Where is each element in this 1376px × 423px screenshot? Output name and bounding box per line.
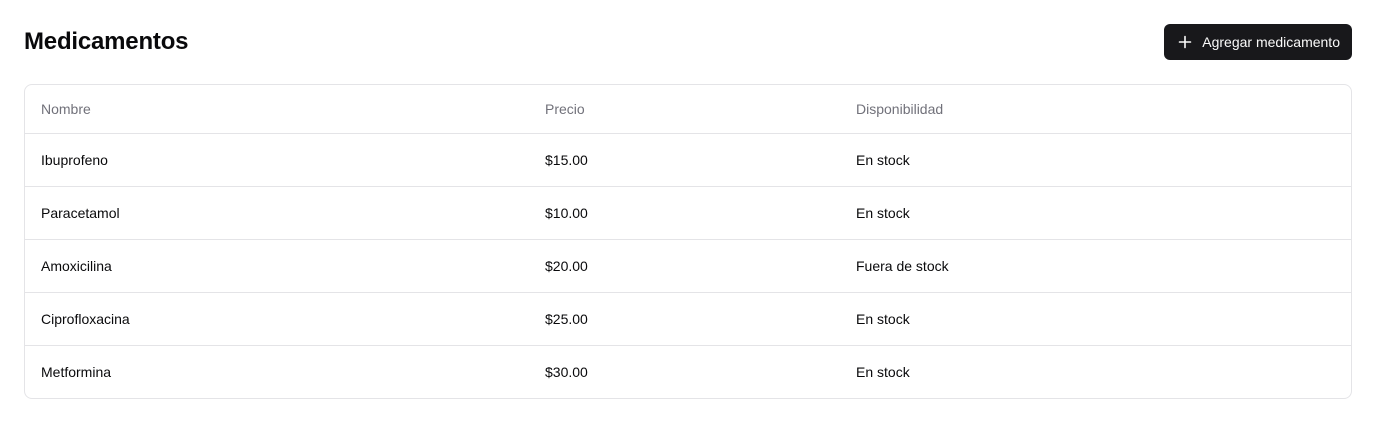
cell-disponibilidad: En stock bbox=[840, 186, 1351, 240]
page: Medicamentos Agregar medicamento Nombre … bbox=[0, 0, 1376, 423]
header: Medicamentos Agregar medicamento bbox=[24, 24, 1352, 60]
cell-disponibilidad: En stock bbox=[856, 364, 910, 380]
cell-nombre: Amoxicilina bbox=[25, 239, 529, 293]
cell-nombre: Paracetamol bbox=[25, 186, 529, 240]
table-header-row: Nombre Precio Disponibilidad bbox=[25, 85, 1351, 134]
table-row[interactable]: Ciprofloxacina $25.00 En stock bbox=[25, 292, 1351, 346]
cell-precio: $10.00 bbox=[529, 186, 840, 240]
cell-disponibilidad: Fuera de stock bbox=[840, 239, 1351, 293]
cell-disponibilidad: En stock bbox=[840, 292, 1351, 346]
cell-precio: $30.00 bbox=[545, 364, 588, 380]
column-header-disponibilidad[interactable]: Disponibilidad bbox=[840, 85, 1351, 134]
plus-icon bbox=[1178, 35, 1192, 49]
column-header-nombre[interactable]: Nombre bbox=[25, 85, 529, 134]
add-medication-label: Agregar medicamento bbox=[1202, 34, 1340, 50]
cell-nombre: Metformina bbox=[41, 364, 112, 380]
medications-table-card: Nombre Precio Disponibilidad Ibuprofeno … bbox=[24, 84, 1352, 399]
cell-disponibilidad: En stock bbox=[840, 133, 1351, 187]
cell-precio: $25.00 bbox=[529, 292, 840, 346]
table-row[interactable]: Paracetamol $10.00 En stock bbox=[25, 186, 1351, 240]
table-row[interactable]: Metformina $30.00 En stock bbox=[25, 346, 1351, 399]
table-row[interactable]: Ibuprofeno $15.00 En stock bbox=[25, 133, 1351, 187]
cell-precio: $20.00 bbox=[529, 239, 840, 293]
add-medication-button[interactable]: Agregar medicamento bbox=[1164, 24, 1352, 60]
cell-nombre: Ibuprofeno bbox=[25, 133, 529, 187]
column-header-precio[interactable]: Precio bbox=[529, 85, 840, 134]
cell-precio: $15.00 bbox=[529, 133, 840, 187]
table-row[interactable]: Amoxicilina $20.00 Fuera de stock bbox=[25, 239, 1351, 293]
cell-nombre: Ciprofloxacina bbox=[25, 292, 529, 346]
page-title: Medicamentos bbox=[24, 28, 189, 55]
medications-table: Nombre Precio Disponibilidad Ibuprofeno … bbox=[25, 85, 1351, 398]
